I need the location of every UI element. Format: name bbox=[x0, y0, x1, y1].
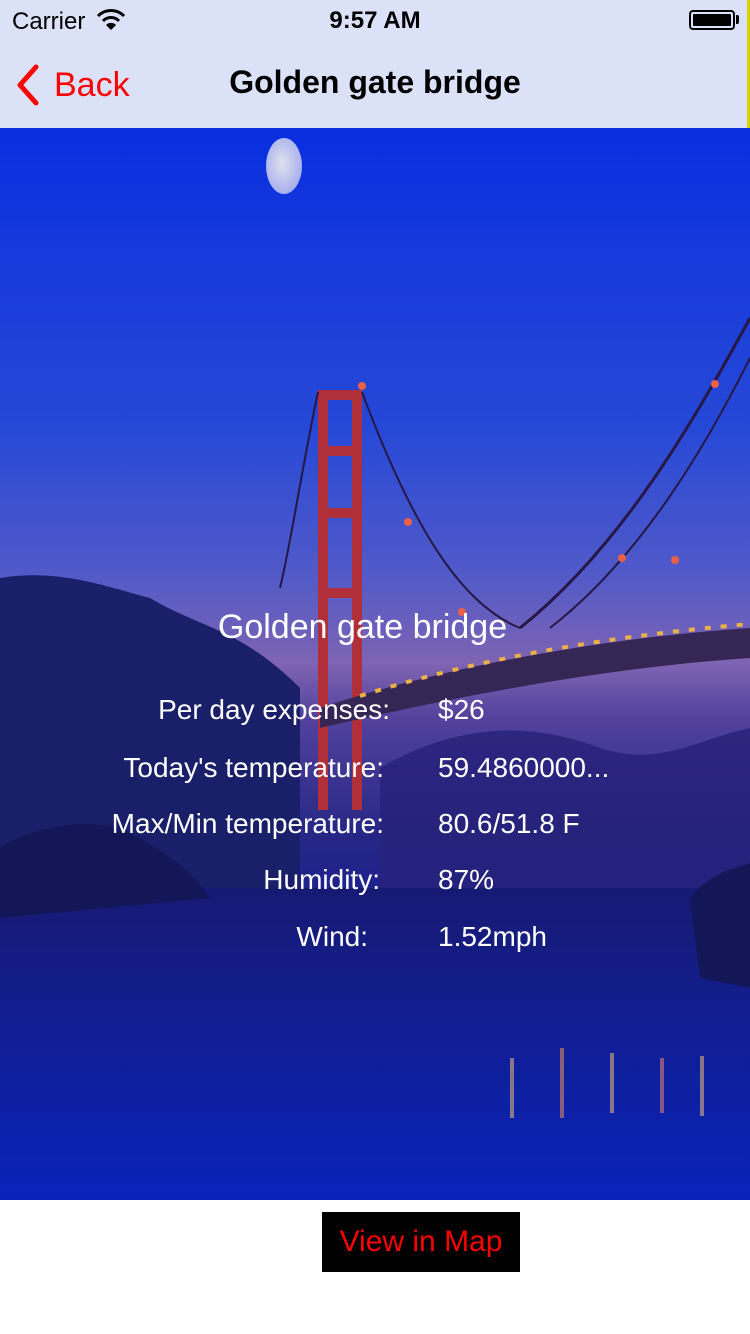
detail-row-max-min: Max/Min temperature: 80.6/51.8 F bbox=[0, 808, 750, 848]
detail-label: Max/Min temperature: bbox=[111, 808, 384, 839]
detail-row-expenses: Per day expenses: $26 bbox=[0, 694, 750, 734]
detail-label: Today's temperature: bbox=[123, 752, 384, 783]
detail-value: 1.52mph bbox=[438, 921, 547, 952]
detail-row-temperature: Today's temperature: 59.4860000... bbox=[0, 752, 750, 792]
detail-value: 80.6/51.8 F bbox=[438, 808, 580, 839]
place-name: Golden gate bridge bbox=[217, 608, 508, 646]
page-title: Golden gate bridge bbox=[229, 64, 521, 100]
view-in-map-button[interactable]: View in Map bbox=[322, 1212, 520, 1272]
detail-row-wind: Wind: 1.52mph bbox=[0, 921, 750, 961]
clock: 9:57 AM bbox=[329, 7, 421, 34]
detail-label: Per day expenses: bbox=[158, 694, 390, 725]
detail-value: 87% bbox=[438, 864, 495, 895]
battery-tip bbox=[736, 15, 739, 24]
detail-row-humidity: Humidity: 87% bbox=[0, 864, 750, 904]
battery-icon bbox=[689, 10, 735, 30]
detail-value: $26 bbox=[438, 694, 485, 725]
detail-label: Wind: bbox=[296, 921, 368, 952]
detail-value: 59.4860000... bbox=[438, 752, 610, 783]
header: Carrier 9:57 AM Back Golden gate bridge bbox=[0, 0, 750, 129]
location-photo bbox=[0, 128, 750, 1200]
detail-label: Humidity: bbox=[263, 864, 380, 895]
